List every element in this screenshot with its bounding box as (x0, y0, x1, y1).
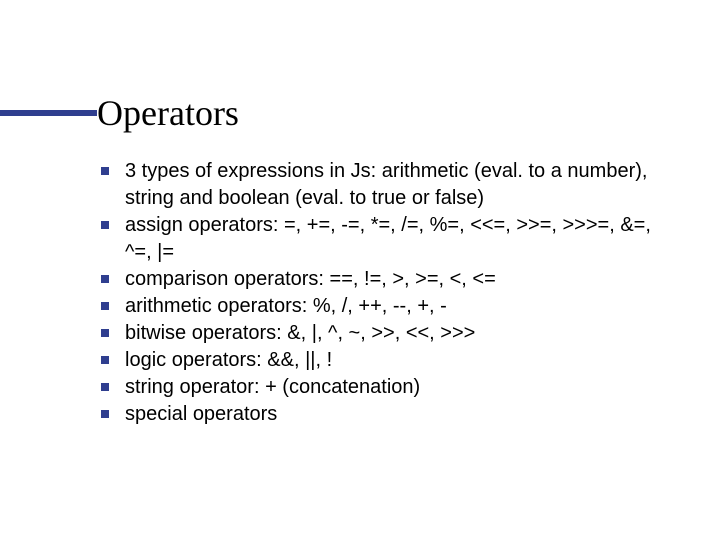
list-item: string operator: + (concatenation) (95, 374, 670, 401)
list-item: logic operators: &&, ||, ! (95, 347, 670, 374)
list-item: 3 types of expressions in Js: arithmetic… (95, 158, 670, 212)
list-item: arithmetic operators: %, /, ++, --, +, - (95, 293, 670, 320)
bullet-list: 3 types of expressions in Js: arithmetic… (95, 158, 670, 428)
title-accent-bar (0, 110, 97, 116)
slide-title: Operators (97, 95, 239, 131)
list-item: assign operators: =, +=, -=, *=, /=, %=,… (95, 212, 670, 266)
list-item: bitwise operators: &, |, ^, ~, >>, <<, >… (95, 320, 670, 347)
slide: Operators 3 types of expressions in Js: … (0, 0, 720, 540)
list-item: comparison operators: ==, !=, >, >=, <, … (95, 266, 670, 293)
list-item: special operators (95, 401, 670, 428)
title-row: Operators (0, 95, 720, 131)
slide-body: 3 types of expressions in Js: arithmetic… (95, 158, 670, 428)
